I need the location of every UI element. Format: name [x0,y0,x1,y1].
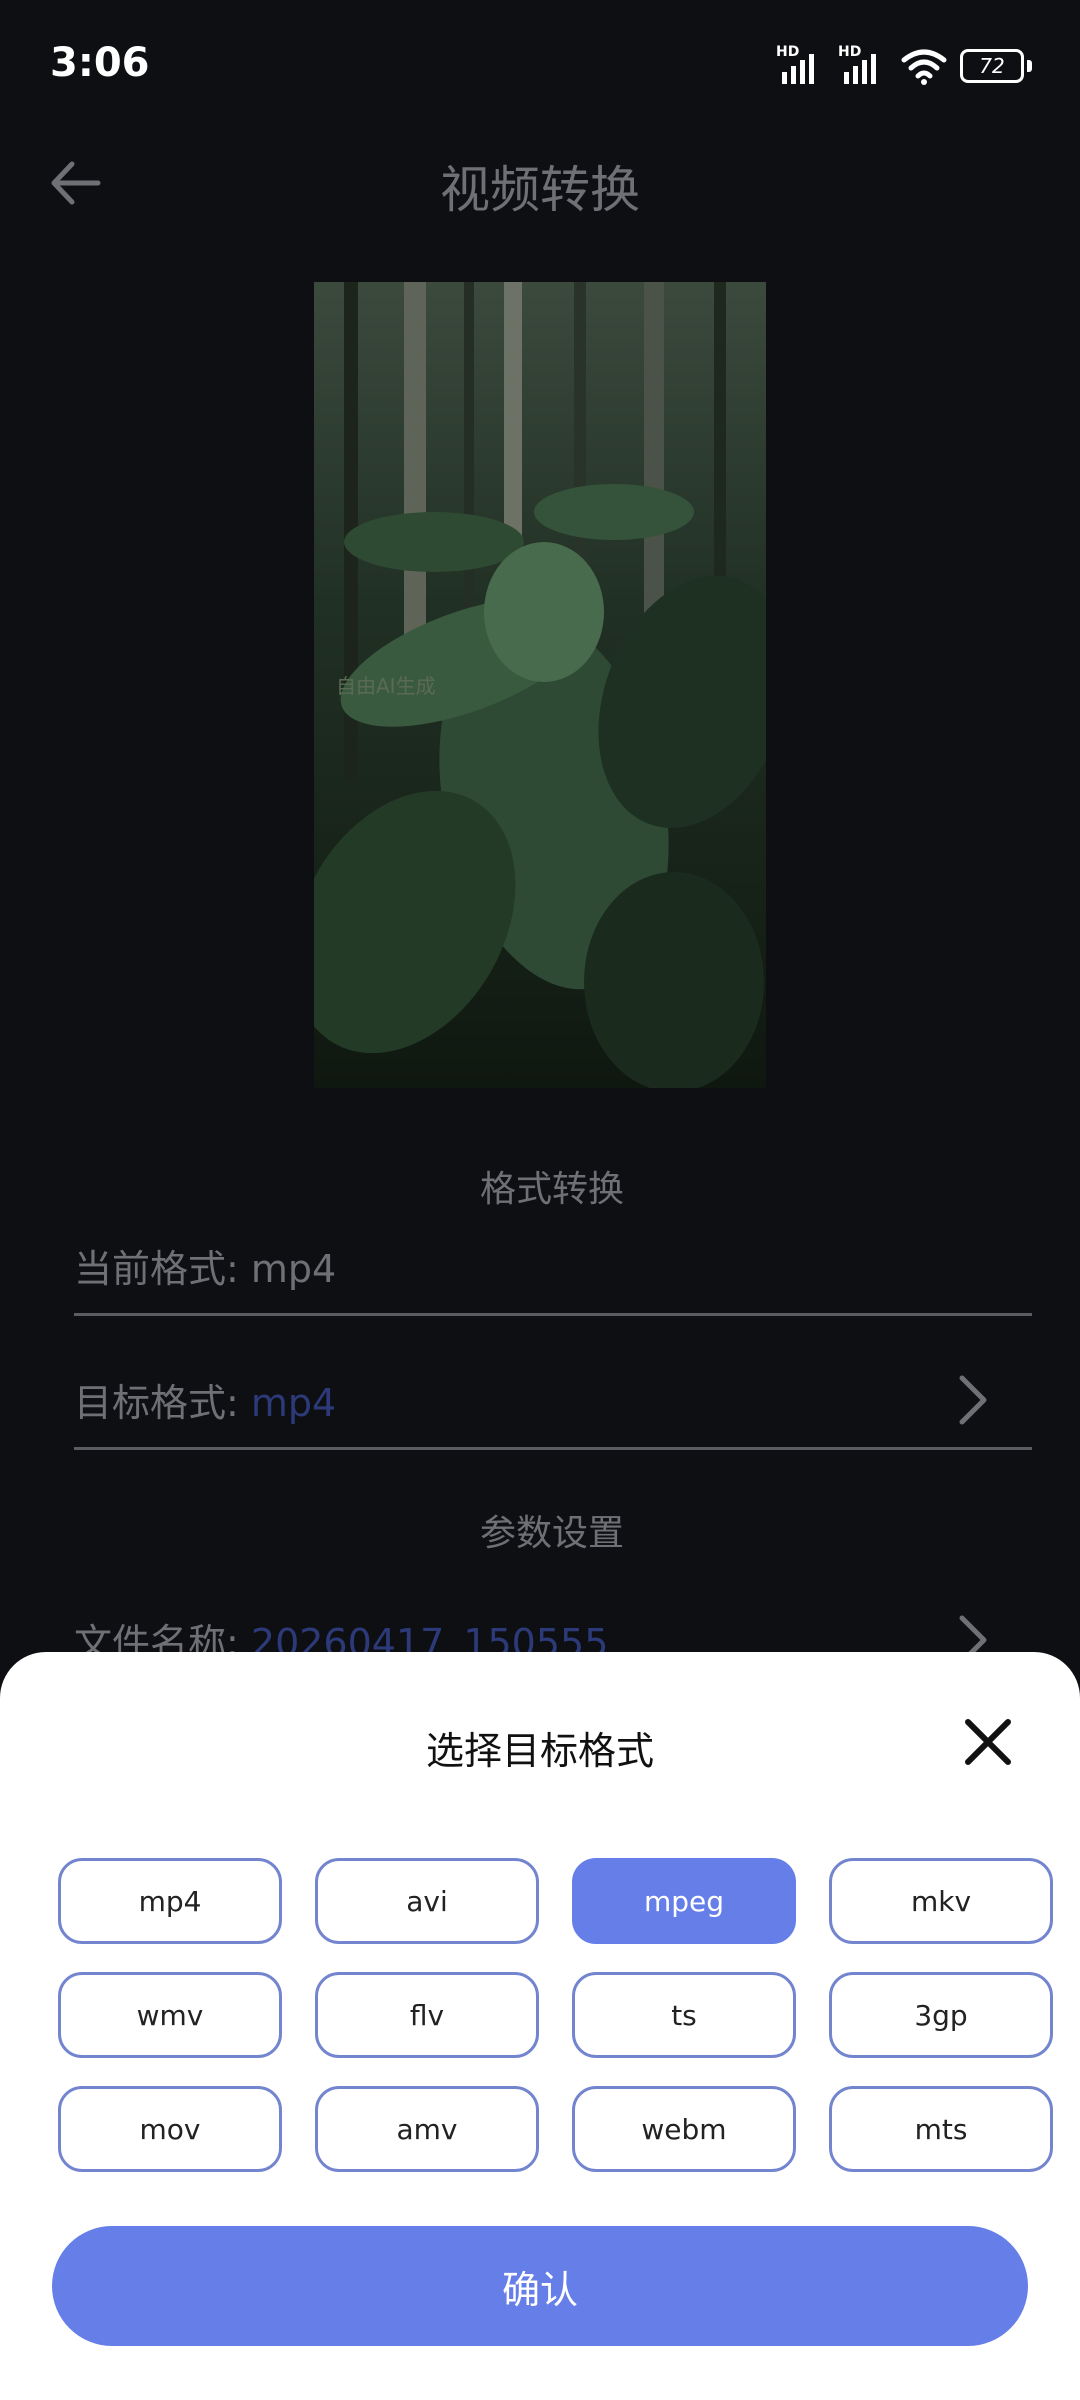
target-format-row[interactable]: 目标格式: mp4 [74,1350,1032,1450]
format-option-flv[interactable]: flv [315,1972,539,2058]
sheet-title: 选择目标格式 [425,1729,654,1773]
divider [74,1447,1032,1450]
signal-icon-2: HD [838,44,888,84]
format-grid: mp4 avi mpeg mkv wmv flv ts 3gp mov amv … [58,1858,1054,2172]
format-section-title: 格式转换 [479,1169,624,1210]
format-option-mpeg[interactable]: mpeg [572,1858,796,1944]
format-option-ts[interactable]: ts [572,1972,796,2058]
video-watermark: 自由AI生成 [336,674,436,698]
status-bar: 3:06 HD HD 72 [0,0,1080,130]
format-option-3gp[interactable]: 3gp [829,1972,1053,2058]
target-format-value: mp4 [250,1381,337,1425]
page-title: 视频转换 [440,161,640,219]
params-section-title: 参数设置 [479,1513,624,1554]
video-preview[interactable]: 自由AI生成 [314,282,766,1088]
chevron-right-icon [959,1375,987,1425]
current-format-row: 当前格式: mp4 [74,1216,1032,1316]
format-option-mts[interactable]: mts [829,2086,1053,2172]
format-option-mov[interactable]: mov [58,2086,282,2172]
target-format: 目标格式: mp4 [74,1372,336,1427]
format-option-webm[interactable]: webm [572,2086,796,2172]
divider [74,1313,1032,1316]
format-option-mp4[interactable]: mp4 [58,1858,282,1944]
status-time: 3:06 [50,40,150,86]
format-option-amv[interactable]: amv [315,2086,539,2172]
current-format: 当前格式: mp4 [74,1238,336,1293]
format-picker-sheet: 选择目标格式 mp4 avi mpeg mkv wmv flv ts 3gp m… [0,1652,1080,2400]
close-icon[interactable] [960,1714,1016,1770]
wifi-icon [901,49,947,85]
signal-icon: HD [776,44,826,84]
current-format-label: 当前格式: [74,1247,239,1291]
target-format-label: 目标格式: [74,1381,239,1425]
confirm-button[interactable]: 确认 [52,2226,1028,2346]
status-icons: HD HD 72 [776,44,1032,86]
format-option-wmv[interactable]: wmv [58,1972,282,2058]
battery-icon: 72 [960,49,1032,83]
format-option-mkv[interactable]: mkv [829,1858,1053,1944]
battery-level: 72 [960,49,1024,83]
format-option-avi[interactable]: avi [315,1858,539,1944]
current-format-value: mp4 [250,1247,337,1291]
